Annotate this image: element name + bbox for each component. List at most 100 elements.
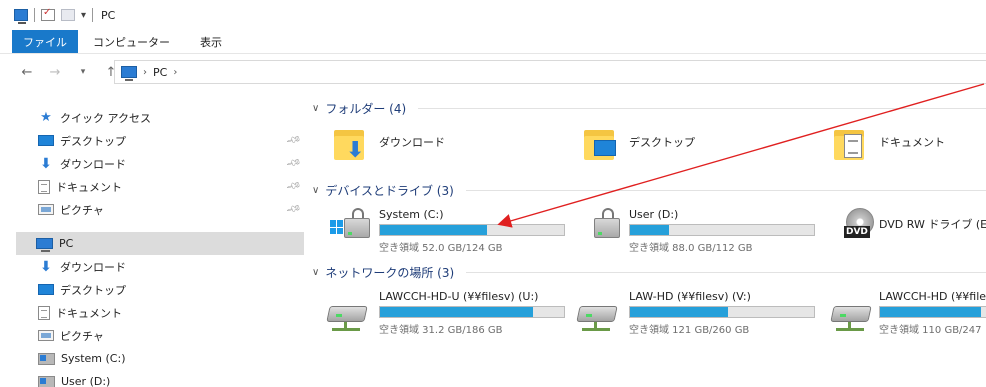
drive-icon: [38, 352, 55, 365]
drive-free-space: 空き領域 121 GB/260 GB: [629, 325, 750, 336]
document-icon: [38, 305, 50, 320]
nav-pc-pictures[interactable]: ピクチャ: [16, 324, 304, 347]
drive-tile-system-c[interactable]: System (C:) 空き領域 52.0 GB/124 GB: [312, 208, 565, 256]
pin-icon[interactable]: 📌︎: [285, 156, 302, 172]
navigation-bar: ← → ▾ ↑ › PC ›: [0, 60, 986, 84]
drive-usage-bar: [629, 306, 815, 318]
ribbon-tabs: ファイル コンピューター 表示: [0, 30, 986, 54]
drive-name: LAW-HD (¥¥filesv) (V:): [629, 290, 751, 303]
pin-icon[interactable]: 📌︎: [285, 133, 302, 149]
drive-usage-bar: [379, 306, 565, 318]
desktop-icon: [38, 135, 54, 146]
folder-tile[interactable]: ドキュメント: [812, 126, 986, 174]
dvd-drive-icon: DVD: [842, 208, 878, 244]
nav-pc-desktop[interactable]: デスクトップ: [16, 278, 304, 301]
network-drive-tile-v[interactable]: LAW-HD (¥¥filesv) (V:) 空き領域 121 GB/260 G…: [562, 290, 815, 338]
drive-free-space: 空き領域 110 GB/247: [879, 325, 982, 336]
drive-usage-bar: [629, 224, 815, 236]
nav-label: ピクチャ: [60, 329, 104, 343]
download-folder-icon: ⬇: [332, 126, 368, 162]
star-icon: ★: [40, 109, 52, 125]
nav-label: PC: [59, 237, 74, 250]
group-divider: [465, 189, 986, 191]
nav-quick-documents[interactable]: ドキュメント 📌︎: [16, 175, 304, 198]
breadcrumb-chevron-icon[interactable]: ›: [173, 67, 177, 78]
nav-label: ドキュメント: [56, 306, 122, 320]
drive-free-space: 空き領域 31.2 GB/186 GB: [379, 325, 503, 336]
folder-tile[interactable]: ⬇ ダウンロード: [312, 126, 562, 174]
folder-name: デスクトップ: [629, 136, 695, 149]
group-title: ネットワークの場所 (3): [325, 265, 455, 280]
nav-pc-documents[interactable]: ドキュメント: [16, 301, 304, 324]
folder-name: ドキュメント: [879, 136, 945, 149]
pc-icon: [36, 238, 53, 252]
drive-tile-user-d[interactable]: User (D:) 空き領域 88.0 GB/112 GB: [562, 208, 815, 256]
title-bar: ▾ PC: [0, 0, 986, 30]
nav-label: ドキュメント: [56, 180, 122, 194]
new-folder-icon[interactable]: [61, 9, 75, 21]
address-bar[interactable]: › PC ›: [114, 60, 986, 84]
nav-quick-desktop[interactable]: デスクトップ 📌︎: [16, 129, 304, 152]
drive-name: LAWCCH-HD-U (¥¥filesv) (U:): [379, 290, 539, 303]
folder-tile[interactable]: デスクトップ: [562, 126, 812, 174]
nav-quick-access[interactable]: ★ クイック アクセス: [16, 106, 304, 129]
chevron-down-icon[interactable]: ∨: [312, 267, 319, 278]
download-icon: ⬇: [40, 258, 52, 275]
tab-computer[interactable]: コンピューター: [78, 30, 185, 53]
pin-icon[interactable]: 📌︎: [285, 202, 302, 218]
chevron-down-icon[interactable]: ∨: [312, 103, 319, 114]
drive-usage-bar: [879, 306, 986, 318]
nav-label: System (C:): [61, 352, 126, 365]
group-divider: [418, 107, 986, 109]
group-title: フォルダー (4): [325, 101, 407, 116]
drive-usage-fill: [630, 307, 728, 317]
quick-access-divider: [34, 8, 35, 22]
nav-label: クイック アクセス: [60, 111, 151, 125]
chevron-down-icon[interactable]: ∨: [312, 185, 319, 196]
group-divider: [466, 271, 986, 273]
drive-tile-dvd-e[interactable]: DVD DVD RW ドライブ (E:): [812, 208, 986, 256]
properties-icon[interactable]: [41, 7, 55, 21]
nav-label: デスクトップ: [60, 283, 126, 297]
group-header-devices[interactable]: ∨ デバイスとドライブ (3): [312, 180, 986, 200]
content-pane: ∨ フォルダー (4) ⬇ ダウンロード デスクトップ ドキュメント ∨ デバイ…: [312, 96, 986, 387]
drive-name: User (D:): [629, 208, 679, 221]
nav-pc-downloads[interactable]: ⬇ ダウンロード: [16, 255, 304, 278]
nav-label: ピクチャ: [60, 203, 104, 217]
drive-free-space: 空き領域 52.0 GB/124 GB: [379, 243, 503, 254]
window-title: PC: [101, 8, 116, 22]
nav-pc-system-c[interactable]: System (C:): [16, 347, 304, 370]
pc-icon[interactable]: [14, 9, 28, 24]
pin-icon[interactable]: 📌︎: [285, 179, 302, 195]
recent-locations-chevron-icon[interactable]: ▾: [76, 67, 90, 77]
nav-quick-pictures[interactable]: ピクチャ 📌︎: [16, 198, 304, 221]
tab-file[interactable]: ファイル: [12, 30, 78, 53]
breadcrumb-chevron-icon[interactable]: ›: [143, 67, 147, 78]
folder-name: ダウンロード: [379, 136, 445, 149]
drive-usage-fill: [380, 307, 533, 317]
drive-name: System (C:): [379, 208, 444, 221]
nav-label: User (D:): [61, 375, 111, 387]
group-header-folders[interactable]: ∨ フォルダー (4): [312, 98, 986, 118]
breadcrumb-pc[interactable]: PC: [153, 66, 167, 79]
nav-quick-downloads[interactable]: ⬇ ダウンロード 📌︎: [16, 152, 304, 175]
drive-icon: [38, 375, 55, 387]
nav-pc[interactable]: PC: [16, 232, 304, 255]
drive-usage-fill: [380, 225, 487, 235]
windows-drive-icon: [330, 208, 372, 242]
group-title: デバイスとドライブ (3): [325, 183, 454, 198]
network-drive-tile-u[interactable]: LAWCCH-HD-U (¥¥filesv) (U:) 空き領域 31.2 GB…: [312, 290, 565, 338]
forward-arrow-icon[interactable]: →: [48, 65, 62, 80]
customize-toolbar-chevron-icon[interactable]: ▾: [81, 10, 86, 21]
network-drive-tile-lawcch-hd[interactable]: LAWCCH-HD (¥¥filesv 空き領域 110 GB/247: [812, 290, 986, 338]
pictures-icon: [38, 204, 54, 215]
network-drive-icon: [576, 300, 620, 331]
navigation-pane: ★ クイック アクセス デスクトップ 📌︎ ⬇ ダウンロード 📌︎ ドキュメント…: [0, 96, 310, 387]
locked-drive-icon: [580, 208, 622, 242]
desktop-folder-icon: [582, 126, 618, 160]
nav-pc-user-d[interactable]: User (D:): [16, 370, 304, 387]
drive-usage-bar: [379, 224, 565, 236]
group-header-network[interactable]: ∨ ネットワークの場所 (3): [312, 262, 986, 282]
back-arrow-icon[interactable]: ←: [20, 65, 34, 80]
tab-view[interactable]: 表示: [185, 30, 237, 53]
